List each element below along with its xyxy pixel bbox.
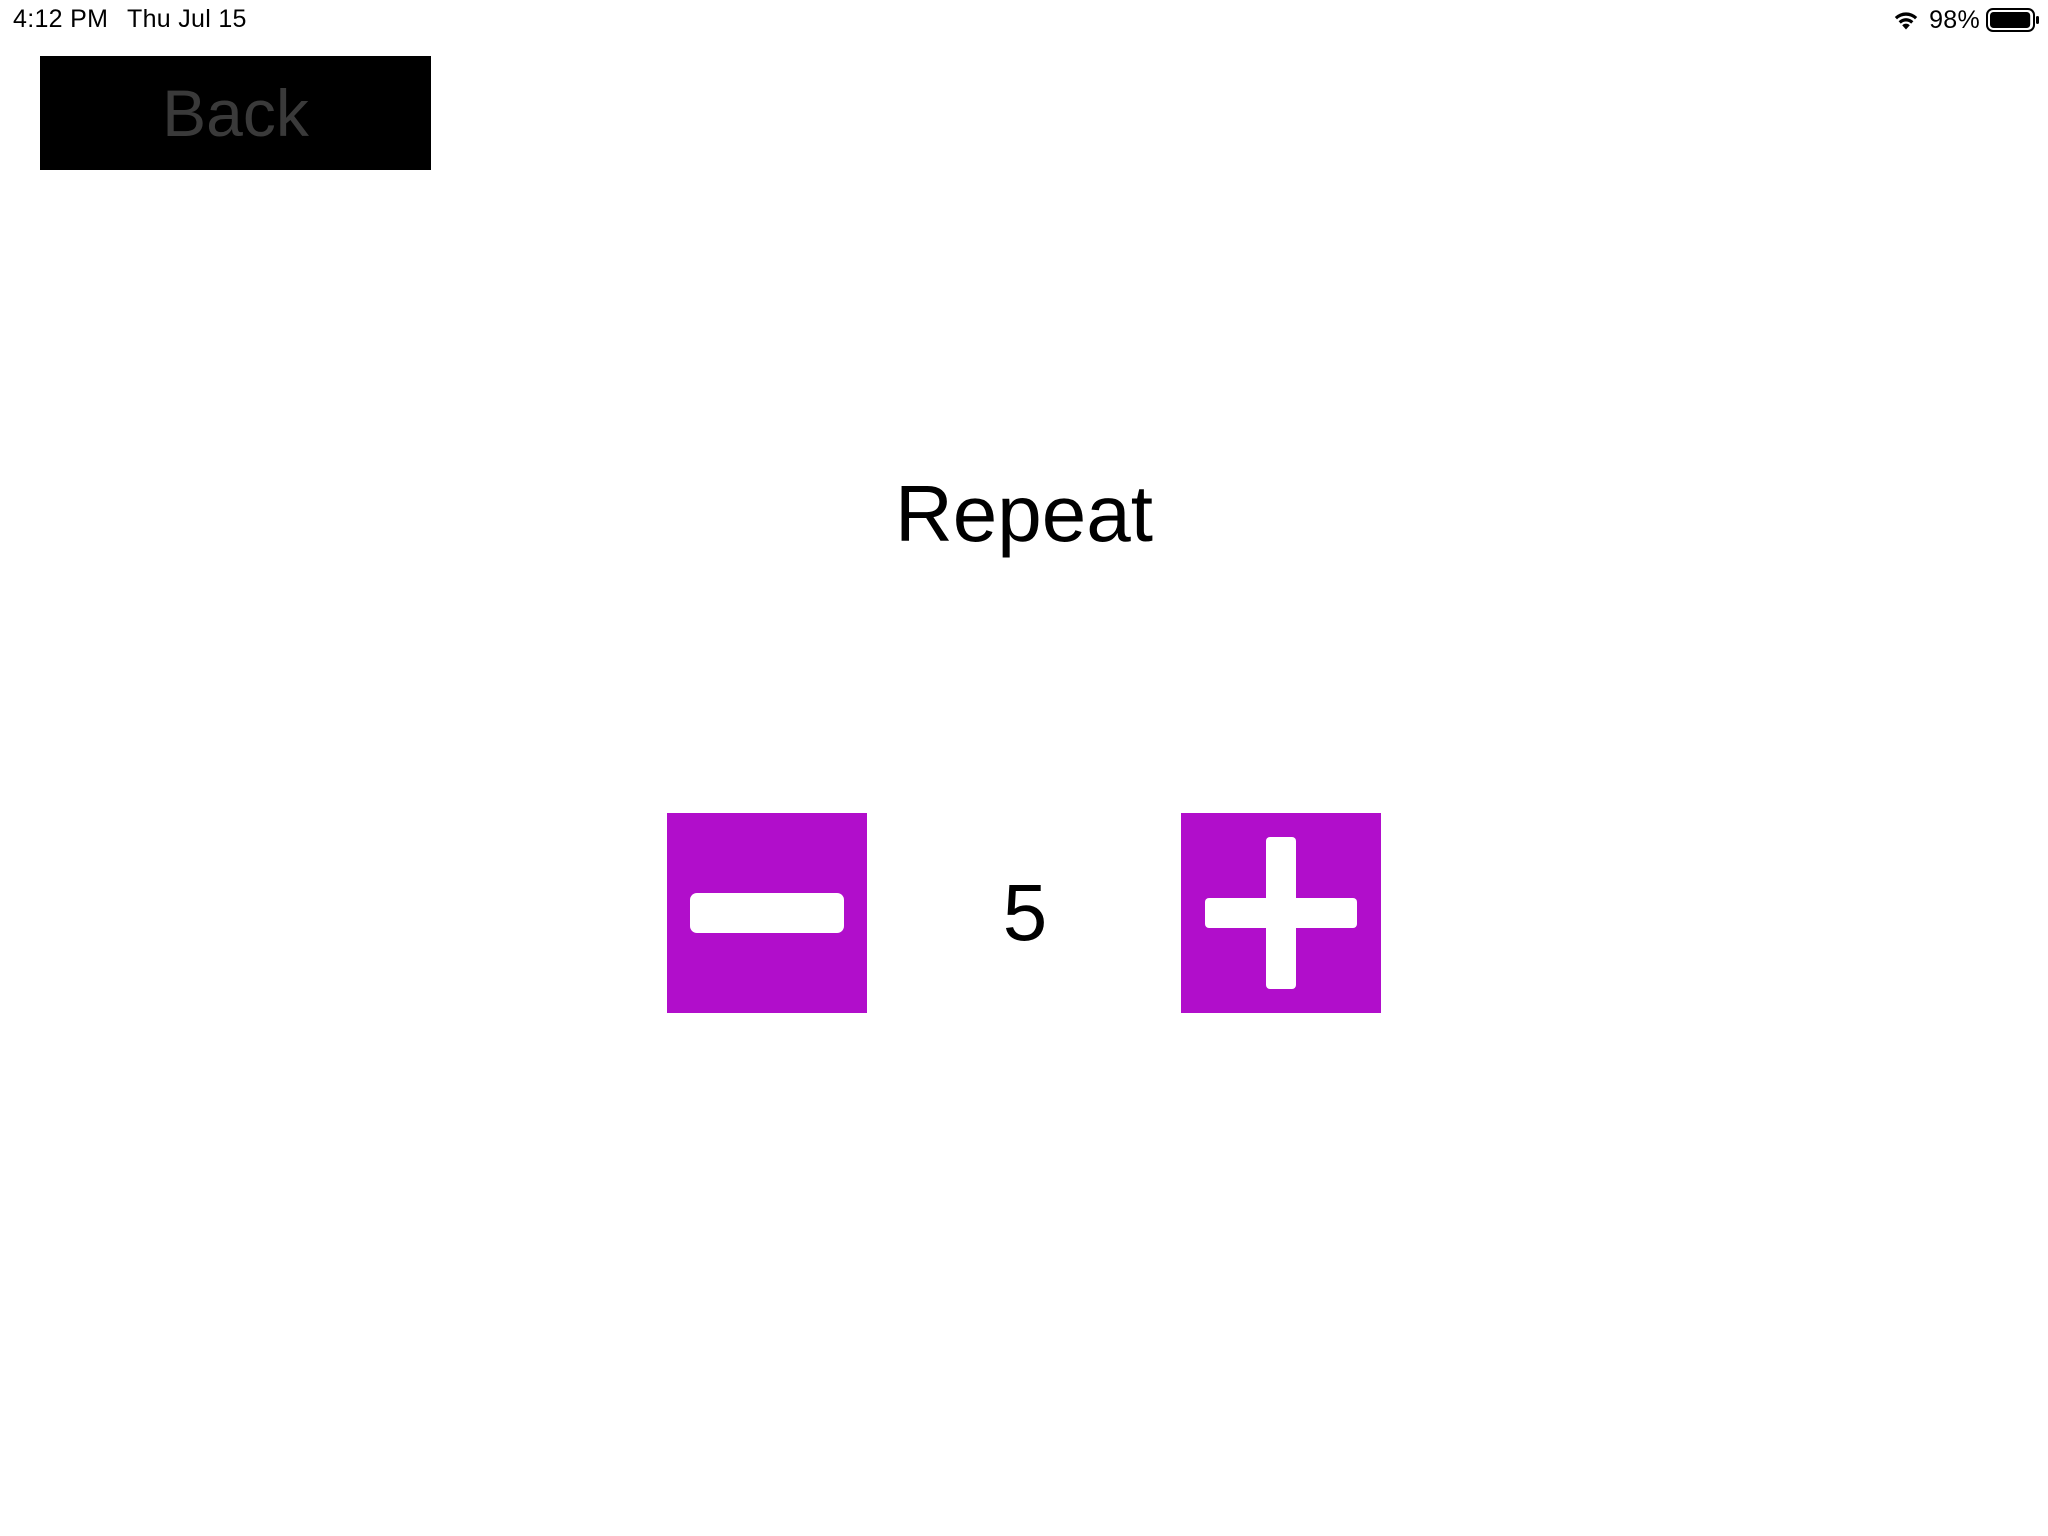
status-time: 4:12 PM [13, 5, 109, 33]
back-button[interactable]: Back [40, 56, 431, 170]
wifi-icon [1894, 12, 1918, 30]
battery-icon [1986, 8, 2039, 32]
increment-button[interactable] [1181, 813, 1381, 1013]
decrement-button[interactable] [667, 813, 867, 1013]
page-title: Repeat [895, 469, 1153, 558]
minus-icon [690, 893, 844, 933]
plus-icon [1205, 837, 1357, 989]
battery-percent: 98% [1929, 6, 1980, 34]
status-date: Thu Jul 15 [127, 5, 247, 33]
repeat-count-value: 5 [1002, 868, 1048, 957]
status-bar: 4:12 PM Thu Jul 15 98% [0, 0, 2048, 40]
battery-level-fill [1990, 12, 2031, 28]
status-indicators: 98% [1891, 4, 2040, 36]
